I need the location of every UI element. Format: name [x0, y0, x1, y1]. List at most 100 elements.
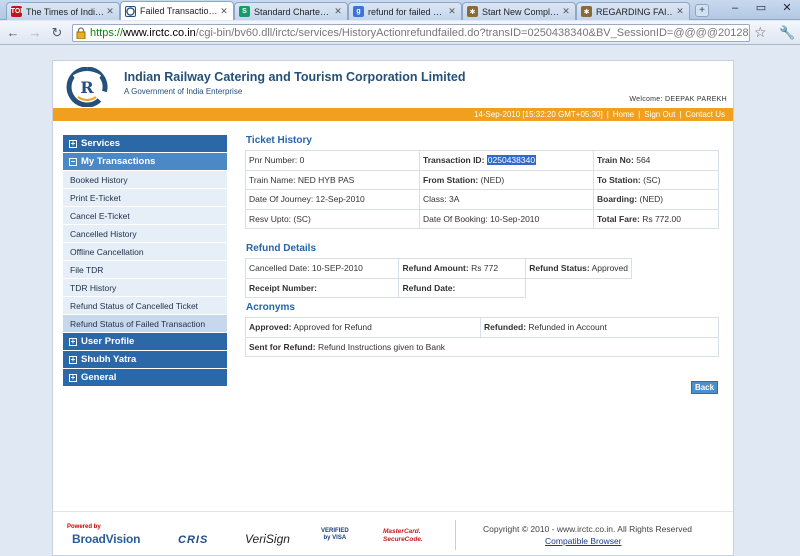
table-cell: To Station: (SC) — [593, 169, 719, 190]
close-tab-icon[interactable]: ✕ — [447, 6, 457, 17]
close-tab-icon[interactable]: ✕ — [219, 6, 229, 17]
close-tab-icon[interactable]: ✕ — [561, 6, 571, 17]
mastercard-securecode-logo[interactable]: MasterCard. SecureCode. — [383, 528, 423, 544]
verisign-logo[interactable]: VeriSign — [245, 532, 290, 546]
browser-tab-1[interactable]: TOI The Times of Indi… ✕ — [6, 2, 120, 20]
org-subtitle: A Government of India Enterprise — [124, 87, 243, 96]
tab-label: Start New Compl… — [482, 6, 559, 17]
table-cell: Train Name: NED HYB PAS — [245, 169, 420, 190]
sidebar-item-cancelled-history[interactable]: Cancelled History — [63, 225, 227, 243]
table-row: Train Name: NED HYB PAS From Station: (N… — [245, 169, 719, 190]
sidebar-general[interactable]: + General — [63, 369, 227, 387]
table-row: Receipt Number: Refund Date: — [244, 277, 632, 298]
sidebar-item-tdr-history[interactable]: TDR History — [63, 279, 227, 297]
sidebar-user-profile[interactable]: + User Profile — [63, 333, 227, 351]
page-viewport: R Indian Railway Catering and Tourism Co… — [0, 46, 800, 556]
datetime-text: 14-Sep-2010 [15:32:20 GMT+05:30] — [473, 110, 603, 119]
sidebar-my-transactions[interactable]: − My Transactions — [63, 153, 227, 171]
address-bar[interactable]: https:// www.irctc.co.in /cgi-bin/bv60.d… — [72, 24, 750, 42]
sidebar-item-refund-failed[interactable]: Refund Status of Failed Transaction — [63, 315, 227, 333]
table-row: Resv Upto: (SC) Date Of Booking: 10-Sep-… — [245, 208, 719, 229]
plus-icon: + — [69, 372, 77, 382]
maximize-icon[interactable]: ▭ — [748, 1, 774, 17]
url-path: /cgi-bin/bv60.dll/irctc/services/History… — [195, 27, 750, 39]
google-favicon-icon: g — [353, 6, 364, 17]
home-link[interactable]: Home — [609, 110, 638, 119]
transaction-id-value[interactable]: 0250438340 — [486, 155, 537, 166]
table-cell: Pnr Number: 0 — [245, 150, 420, 171]
sidebar-item-refund-cancelled[interactable]: Refund Status of Cancelled Ticket — [63, 297, 227, 315]
close-tab-icon[interactable]: ✕ — [675, 6, 685, 17]
wrench-icon[interactable]: 🔧 — [779, 25, 795, 40]
table-cell: Boarding: (NED) — [593, 189, 719, 210]
irctc-favicon-icon — [125, 5, 136, 17]
acronyms-title: Acronyms — [246, 302, 295, 313]
sidebar-item-file-tdr[interactable]: File TDR — [63, 261, 227, 279]
table-row: Pnr Number: 0 Transaction ID: 0250438340… — [245, 150, 719, 171]
compatible-browser-link[interactable]: Compatible Browser — [545, 536, 622, 546]
close-tab-icon[interactable]: ✕ — [333, 6, 343, 17]
table-row: Sent for Refund: Refund Instructions giv… — [245, 336, 719, 357]
minus-icon: − — [69, 156, 77, 166]
irctc-logo-icon: R — [66, 66, 108, 108]
welcome-text: Welcome: DEEPAK PAREKH — [629, 96, 727, 103]
table-cell: Approved: Approved for Refund — [245, 317, 481, 338]
star-favicon-icon: ✱ — [467, 6, 478, 17]
ticket-history-table: Pnr Number: 0 Transaction ID: 0250438340… — [245, 150, 719, 229]
table-row: Cancelled Date: 10-SEP-2010 Refund Amoun… — [244, 258, 632, 279]
close-window-icon[interactable]: ✕ — [774, 1, 800, 17]
close-tab-icon[interactable]: ✕ — [105, 6, 115, 17]
reload-icon[interactable]: ↻ — [49, 25, 65, 41]
top-nav-bar: 14-Sep-2010 [15:32:20 GMT+05:30] | Home … — [53, 108, 733, 121]
browser-tab-5[interactable]: ✱ Start New Compl… ✕ — [462, 2, 576, 20]
verified-by-visa-logo[interactable]: VERIFIED by VISA — [321, 528, 349, 542]
new-tab-button[interactable]: + — [695, 4, 709, 17]
table-row: Date Of Journey: 12-Sep-2010 Class: 3A B… — [245, 189, 719, 210]
times-of-india-favicon-icon: TOI — [10, 6, 23, 17]
acronyms-table: Approved: Approved for Refund Refunded: … — [245, 317, 719, 357]
refund-details-title: Refund Details — [246, 243, 317, 254]
broadvision-logo: BroadVision — [72, 532, 141, 546]
sidebar-shubh-yatra[interactable]: + Shubh Yatra — [63, 351, 227, 369]
sidebar-item-cancel-eticket[interactable]: Cancel E-Ticket — [63, 207, 227, 225]
sidebar-item-booked-history[interactable]: Booked History — [63, 171, 227, 189]
sidebar-item-offline-cancellation[interactable]: Offline Cancellation — [63, 243, 227, 261]
contact-us-link[interactable]: Contact Us — [681, 110, 729, 119]
sidebar-services[interactable]: + Services — [63, 135, 227, 153]
table-cell: Sent for Refund: Refund Instructions giv… — [245, 336, 719, 357]
browser-tab-4[interactable]: g refund for failed … ✕ — [348, 2, 462, 20]
minimize-icon[interactable]: – — [722, 1, 748, 17]
plus-icon: + — [69, 354, 77, 364]
table-row: Approved: Approved for Refund Refunded: … — [245, 317, 719, 338]
plus-icon: + — [69, 138, 77, 148]
table-cell: Refund Date: — [398, 277, 527, 298]
browser-tab-6[interactable]: ✱ REGARDING FAI… ✕ — [576, 2, 690, 20]
sign-out-link[interactable]: Sign Out — [640, 110, 679, 119]
browser-tab-2[interactable]: Failed Transactio… ✕ — [120, 1, 234, 20]
tab-label: The Times of Indi… — [26, 6, 103, 17]
irctc-page: R Indian Railway Catering and Tourism Co… — [52, 60, 734, 556]
url-scheme: https:// — [90, 27, 124, 39]
ticket-history-title: Ticket History — [246, 135, 312, 146]
table-cell: Train No: 564 — [593, 150, 719, 171]
powered-by-text: Powered by — [67, 524, 101, 530]
table-cell: Refund Status: Approved — [525, 258, 632, 279]
standard-chartered-favicon-icon: S — [239, 6, 250, 17]
table-cell: Resv Upto: (SC) — [245, 208, 420, 229]
tab-label: REGARDING FAI… — [596, 6, 673, 17]
back-arrow-icon[interactable]: ← — [5, 25, 21, 41]
forward-arrow-icon[interactable]: → — [27, 25, 43, 41]
browser-tab-3[interactable]: S Standard Charte… ✕ — [234, 2, 348, 20]
sidebar-item-print-eticket[interactable]: Print E-Ticket — [63, 189, 227, 207]
plus-icon: + — [69, 336, 77, 346]
browser-toolbar: ← → ↻ https:// www.irctc.co.in /cgi-bin/… — [0, 21, 800, 45]
bookmark-star-icon[interactable]: ☆ — [754, 25, 767, 40]
tab-label: refund for failed … — [368, 6, 443, 17]
table-cell: Date Of Booking: 10-Sep-2010 — [419, 208, 594, 229]
tab-label: Failed Transactio… — [140, 6, 217, 16]
svg-text:R: R — [80, 78, 94, 97]
url-host: www.irctc.co.in — [123, 27, 196, 39]
tab-label: Standard Charte… — [254, 6, 330, 17]
back-button[interactable]: Back — [691, 381, 718, 394]
table-cell: From Station: (NED) — [419, 169, 594, 190]
